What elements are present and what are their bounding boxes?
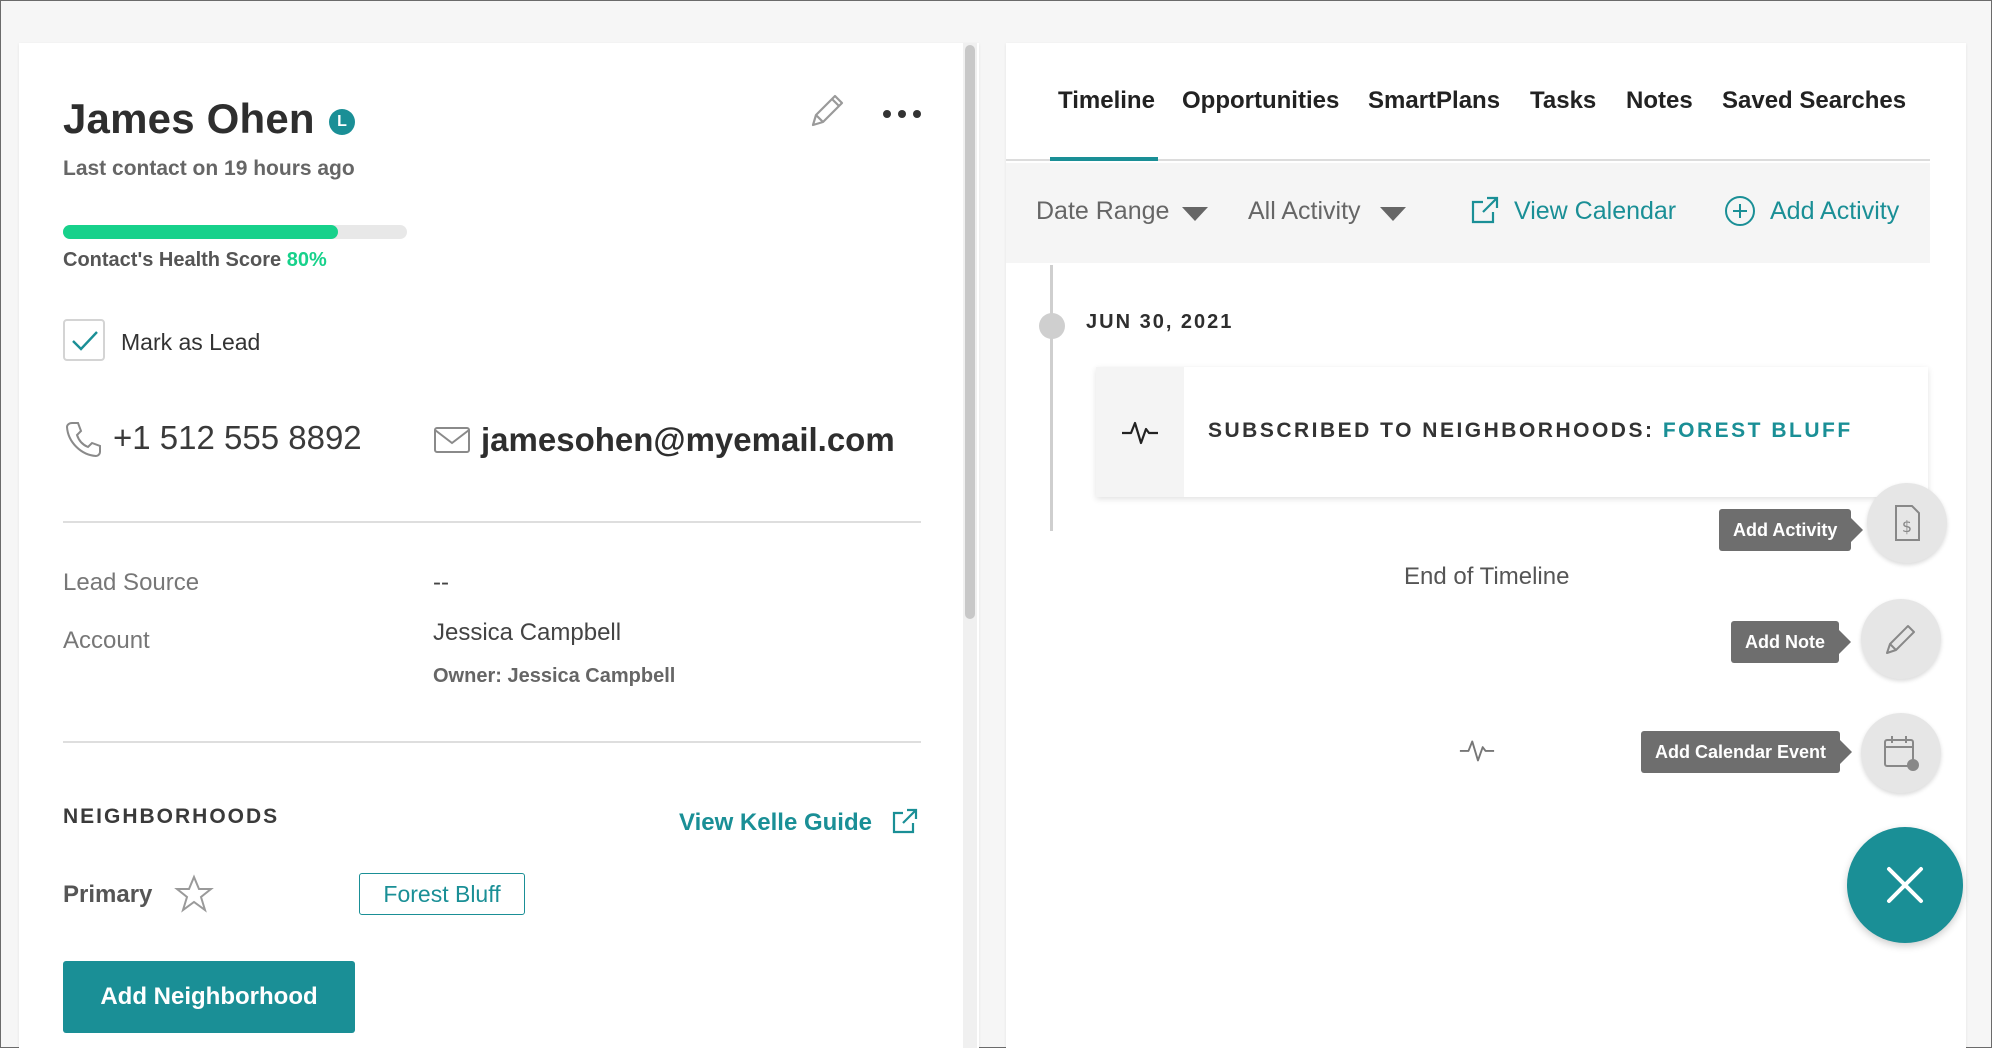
mail-icon xyxy=(433,425,471,455)
neighborhood-tag[interactable]: Forest Bluff xyxy=(359,873,525,915)
phone-icon xyxy=(63,419,103,459)
add-neighborhood-button[interactable]: Add Neighborhood xyxy=(63,961,355,1033)
health-score-label: Contact's Health Score 80% xyxy=(63,249,327,272)
checkmark-icon xyxy=(72,331,98,351)
health-score-text: Contact's Health Score xyxy=(63,249,282,271)
timeline-date: JUN 30, 2021 xyxy=(1086,311,1234,333)
add-activity-fab[interactable]: $ xyxy=(1867,483,1947,563)
tab-smartplans[interactable]: SmartPlans xyxy=(1368,87,1500,115)
timeline-activity-card[interactable]: SUBSCRIBED TO NEIGHBORHOODS: FOREST BLUF… xyxy=(1096,367,1928,497)
chevron-down-icon[interactable] xyxy=(1182,207,1208,221)
contact-name: James Ohen xyxy=(63,95,315,142)
lead-badge: L xyxy=(329,109,355,135)
more-options-icon[interactable] xyxy=(877,99,927,129)
primary-label: Primary xyxy=(63,881,153,908)
view-kelle-guide-link[interactable]: View Kelle Guide xyxy=(679,809,872,837)
scrollbar[interactable] xyxy=(963,43,977,1048)
activity-neighborhood-link[interactable]: FOREST BLUFF xyxy=(1663,419,1853,442)
external-link-icon[interactable] xyxy=(891,807,919,835)
view-calendar-link[interactable]: View Calendar xyxy=(1514,197,1676,226)
add-note-fab[interactable] xyxy=(1861,599,1941,679)
add-calendar-event-fab[interactable] xyxy=(1861,713,1941,793)
activity-filter[interactable]: All Activity xyxy=(1248,197,1361,226)
scrollbar-thumb[interactable] xyxy=(965,45,975,619)
activity-icon-box xyxy=(1096,367,1184,497)
divider xyxy=(63,741,921,743)
tab-tasks[interactable]: Tasks xyxy=(1530,87,1596,115)
mark-as-lead-checkbox[interactable] xyxy=(63,319,105,361)
add-activity-tooltip: Add Activity xyxy=(1719,509,1864,551)
pulse-icon xyxy=(1458,735,1496,765)
timeline-dot xyxy=(1039,313,1065,339)
tab-opportunities[interactable]: Opportunities xyxy=(1182,87,1339,115)
external-link-icon[interactable] xyxy=(1470,195,1500,225)
tab-notes[interactable]: Notes xyxy=(1626,87,1693,115)
pencil-icon xyxy=(1886,625,1915,654)
pencil-icon[interactable] xyxy=(805,89,849,133)
divider xyxy=(63,521,921,523)
tab-timeline[interactable]: Timeline xyxy=(1058,87,1155,115)
lead-source-value: -- xyxy=(433,569,449,596)
activity-text: SUBSCRIBED TO NEIGHBORHOODS: FOREST BLUF… xyxy=(1208,419,1853,443)
neighborhoods-title: NEIGHBORHOODS xyxy=(63,805,280,828)
end-of-timeline-label: End of Timeline xyxy=(1404,563,1570,590)
health-score-fill xyxy=(63,225,339,239)
lead-source-label: Lead Source xyxy=(63,569,200,596)
health-score-bar xyxy=(63,225,407,239)
account-label: Account xyxy=(63,627,150,654)
tab-saved-searches[interactable]: Saved Searches xyxy=(1722,87,1906,115)
close-icon xyxy=(1887,867,1923,903)
contact-details-panel: James Ohen L Last contact on 19 hours ag… xyxy=(19,43,979,1048)
email-address[interactable]: jamesohen@myemail.com xyxy=(481,421,895,459)
timeline-line xyxy=(1050,265,1053,531)
phone-number[interactable]: +1 512 555 8892 xyxy=(113,419,362,457)
active-tab-indicator xyxy=(1050,157,1158,161)
chevron-down-icon[interactable] xyxy=(1380,207,1406,221)
pulse-icon xyxy=(1122,421,1158,445)
activity-prefix: SUBSCRIBED TO NEIGHBORHOODS: xyxy=(1208,419,1655,442)
document-dollar-icon: $ xyxy=(1895,505,1920,541)
svg-text:$: $ xyxy=(1902,517,1912,536)
date-range-filter[interactable]: Date Range xyxy=(1036,197,1169,226)
calendar-icon xyxy=(1884,736,1919,771)
health-score-value: 80% xyxy=(286,249,327,271)
star-icon[interactable] xyxy=(173,873,215,915)
mark-as-lead-label: Mark as Lead xyxy=(121,329,261,355)
account-value: Jessica Campbell xyxy=(433,619,622,646)
tab-bar: Timeline Opportunities SmartPlans Tasks … xyxy=(1006,43,1930,161)
add-activity-link[interactable]: Add Activity xyxy=(1770,197,1899,226)
add-note-tooltip: Add Note xyxy=(1731,621,1851,663)
add-calendar-event-tooltip: Add Calendar Event xyxy=(1641,731,1853,773)
account-owner: Owner: Jessica Campbell xyxy=(433,665,676,687)
last-contact-text: Last contact on 19 hours ago xyxy=(63,157,355,180)
add-circle-icon[interactable] xyxy=(1724,195,1756,227)
close-speed-dial-button[interactable] xyxy=(1847,827,1963,943)
